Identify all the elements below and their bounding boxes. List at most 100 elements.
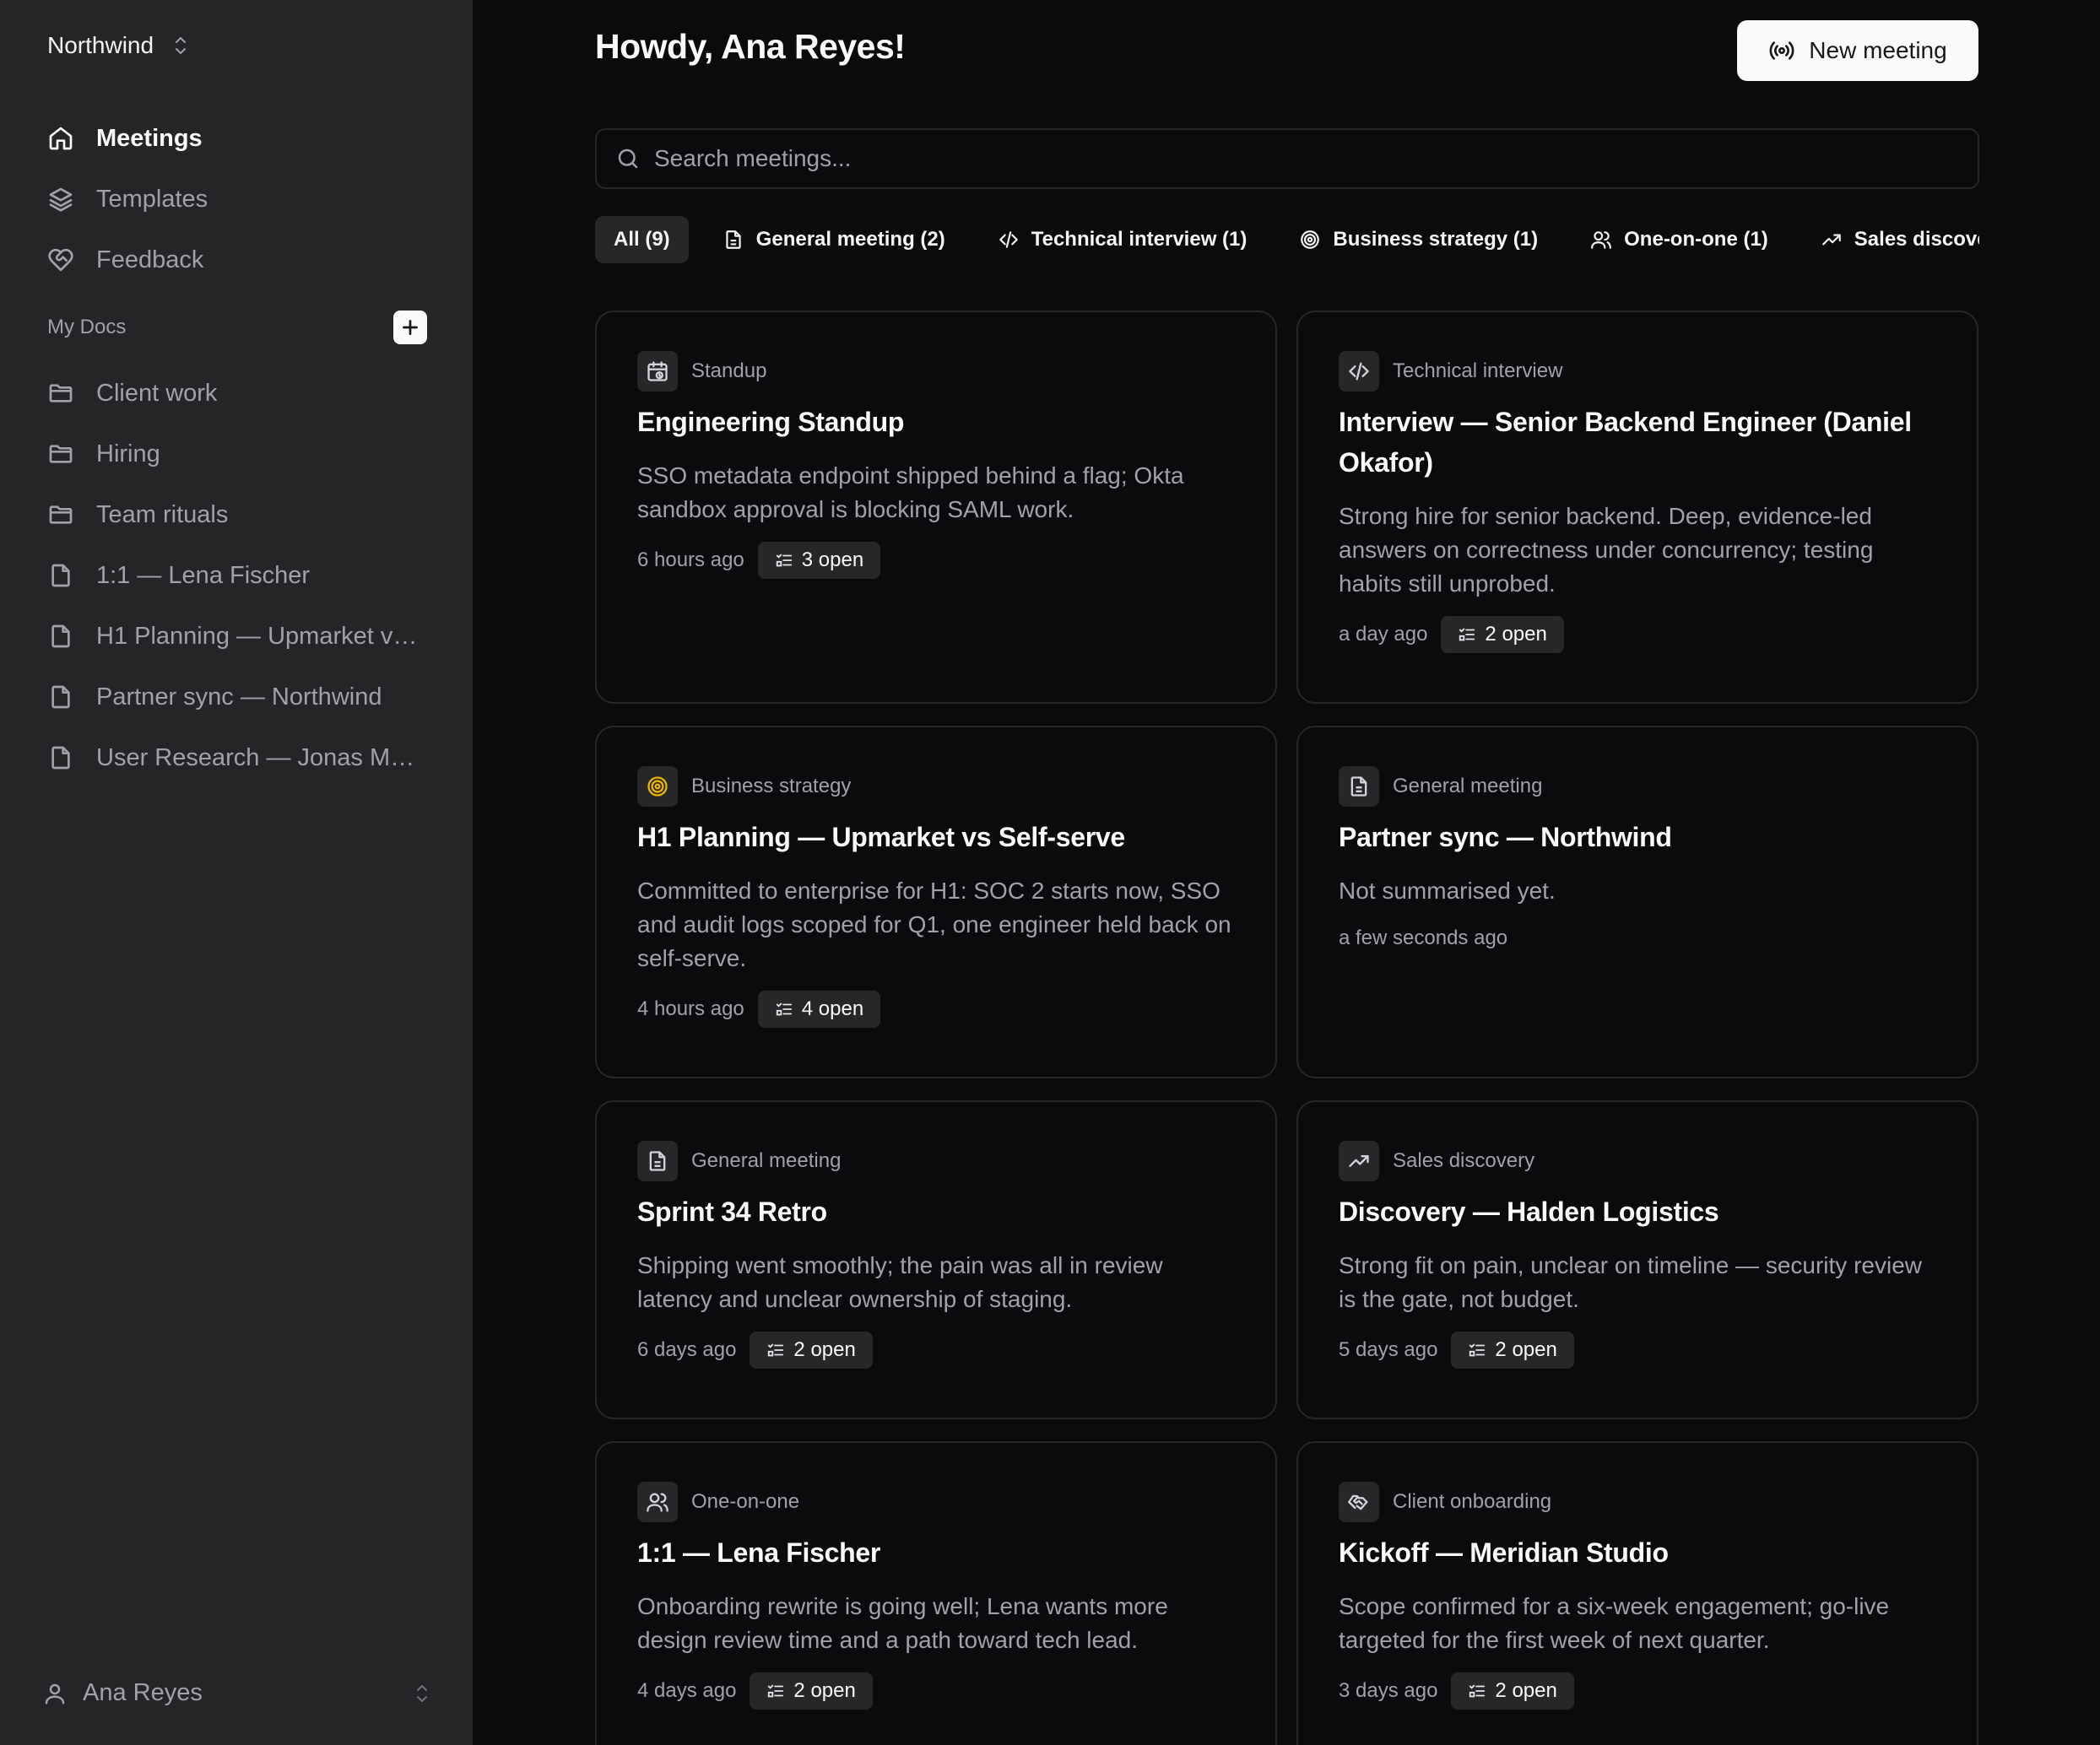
file-icon — [51, 564, 70, 587]
open-count: 2 open — [793, 1338, 856, 1361]
file-text-icon — [1350, 776, 1367, 797]
filter-tabs: All (9) General meeting (2) Technical in… — [595, 216, 1979, 263]
type-icon-box — [637, 351, 678, 392]
meeting-time: 4 hours ago — [637, 997, 744, 1020]
meeting-type: Technical interview — [1393, 359, 1563, 382]
filter-all[interactable]: All (9) — [595, 216, 689, 263]
open-items-badge: 2 open — [1451, 1672, 1574, 1710]
calendar-clock-icon — [647, 361, 668, 381]
doc-item-h1-planning[interactable]: H1 Planning — Upmarket vs Self-serve — [47, 606, 427, 667]
file-text-icon — [726, 230, 741, 249]
list-checks-icon — [1469, 1343, 1486, 1357]
meeting-title: Partner sync — Northwind — [1339, 822, 1672, 852]
card-type: Technical interview — [1339, 351, 1936, 392]
card-meta: 4 hours ago 4 open — [637, 991, 1235, 1028]
doc-item-user-research[interactable]: User Research — Jonas Meijer — [47, 727, 427, 788]
list-checks-icon — [768, 1684, 784, 1698]
filter-sales-discovery[interactable]: Sales discovery (1) — [1802, 216, 1979, 263]
open-count: 2 open — [793, 1679, 856, 1702]
meeting-card[interactable]: Client onboarding Kickoff — Meridian Stu… — [1296, 1441, 1978, 1745]
doc-item-lena-fischer[interactable]: 1:1 — Lena Fischer — [47, 545, 427, 606]
search-input[interactable] — [654, 145, 1978, 172]
doc-item-partner-sync[interactable]: Partner sync — Northwind — [47, 667, 427, 727]
type-icon-box — [1339, 1482, 1379, 1522]
my-docs-header: My Docs — [47, 311, 427, 344]
open-items-badge: 4 open — [757, 991, 881, 1028]
type-icon-box — [1339, 1141, 1379, 1181]
nav-item-feedback[interactable]: Feedback — [47, 230, 427, 290]
chevrons-up-down-icon — [176, 37, 187, 54]
card-meta: a few seconds ago — [1339, 927, 1936, 950]
heart-handshake-icon — [48, 248, 73, 272]
meeting-type: Business strategy — [691, 775, 852, 797]
card-type: Standup — [637, 351, 1235, 392]
meeting-summary: Scope confirmed for a six-week engagemen… — [1339, 1593, 1890, 1653]
doc-item-client-work[interactable]: Client work — [47, 363, 427, 424]
card-meta: 6 hours ago 3 open — [637, 542, 1235, 579]
card-type: One-on-one — [637, 1482, 1235, 1522]
meeting-card[interactable]: Business strategy H1 Planning — Upmarket… — [595, 726, 1277, 1078]
meeting-summary: Strong hire for senior backend. Deep, ev… — [1339, 503, 1874, 597]
search-bar — [595, 128, 1979, 189]
handshake-icon — [1348, 1494, 1368, 1510]
meeting-type: One-on-one — [691, 1490, 800, 1513]
meeting-summary: Not summarised yet. — [1339, 878, 1556, 904]
filter-label: Business strategy (1) — [1333, 228, 1539, 251]
filter-business-strategy[interactable]: Business strategy (1) — [1280, 216, 1556, 263]
workspace-switcher[interactable]: Northwind — [47, 32, 189, 59]
open-count: 2 open — [1495, 1338, 1557, 1361]
list-checks-icon — [776, 1002, 792, 1016]
doc-item-label: Team rituals — [96, 500, 229, 528]
add-doc-button[interactable] — [393, 311, 427, 344]
card-meta: 6 days ago 2 open — [637, 1332, 1235, 1369]
doc-item-team-rituals[interactable]: Team rituals — [47, 484, 427, 545]
meeting-time: 3 days ago — [1339, 1679, 1438, 1702]
filter-general-meeting[interactable]: General meeting (2) — [704, 216, 964, 263]
doc-item-label: User Research — Jonas Meijer — [96, 743, 427, 771]
new-meeting-label: New meeting — [1809, 37, 1947, 63]
card-type: General meeting — [637, 1141, 1235, 1181]
meeting-type: Sales discovery — [1393, 1149, 1535, 1172]
card-type: Client onboarding — [1339, 1482, 1936, 1522]
type-icon-box — [1339, 766, 1379, 807]
meeting-title: H1 Planning — Upmarket vs Self-serve — [637, 822, 1125, 852]
meeting-time: a day ago — [1339, 623, 1428, 646]
meeting-type: Standup — [691, 359, 767, 382]
open-count: 2 open — [1485, 623, 1547, 646]
meeting-time: 5 days ago — [1339, 1338, 1438, 1361]
open-items-badge: 2 open — [750, 1672, 873, 1710]
open-count: 2 open — [1495, 1679, 1557, 1702]
doc-item-hiring[interactable]: Hiring — [47, 424, 427, 484]
meeting-card[interactable]: One-on-one 1:1 — Lena Fischer Onboarding… — [595, 1441, 1277, 1745]
meeting-type: General meeting — [1393, 775, 1543, 797]
doc-item-label: Hiring — [96, 440, 160, 467]
filter-label: General meeting (2) — [755, 228, 945, 251]
folder-icon — [49, 505, 73, 524]
meeting-card[interactable]: Technical interview Interview — Senior B… — [1296, 311, 1978, 704]
meeting-card[interactable]: Sales discovery Discovery — Halden Logis… — [1296, 1100, 1978, 1419]
open-items-badge: 2 open — [1441, 616, 1564, 653]
open-items-badge: 2 open — [750, 1332, 873, 1369]
type-icon-box — [637, 1141, 678, 1181]
doc-item-label: 1:1 — Lena Fischer — [96, 561, 311, 589]
type-icon-box — [637, 766, 678, 807]
nav-item-meetings[interactable]: Meetings — [47, 108, 427, 169]
open-items-badge: 3 open — [757, 542, 881, 579]
meeting-title: Kickoff — Meridian Studio — [1339, 1537, 1669, 1568]
nav-item-templates[interactable]: Templates — [47, 169, 427, 230]
meeting-card[interactable]: General meeting Sprint 34 Retro Shipping… — [595, 1100, 1277, 1419]
new-meeting-button[interactable]: New meeting — [1737, 20, 1978, 81]
filter-one-on-one[interactable]: One-on-one (1) — [1572, 216, 1787, 263]
meeting-summary: Onboarding rewrite is going well; Lena w… — [637, 1593, 1168, 1653]
meeting-title: Discovery — Halden Logistics — [1339, 1197, 1719, 1227]
search-icon — [618, 149, 638, 169]
meeting-card[interactable]: Standup Engineering Standup SSO metadata… — [595, 311, 1277, 704]
page-title: Howdy, Ana Reyes! — [595, 27, 906, 66]
nav-item-label: Feedback — [96, 246, 204, 273]
meeting-card[interactable]: General meeting Partner sync — Northwind… — [1296, 726, 1978, 1078]
filter-label: All (9) — [614, 228, 670, 251]
filter-technical-interview[interactable]: Technical interview (1) — [979, 216, 1266, 263]
user-menu[interactable]: Ana Reyes — [42, 1679, 430, 1707]
meeting-time: a few seconds ago — [1339, 927, 1508, 949]
doc-item-label: Client work — [96, 379, 218, 407]
